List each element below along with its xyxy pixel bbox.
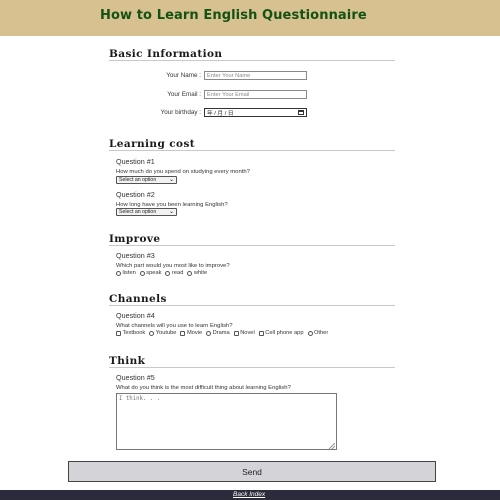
send-button[interactable]: Send xyxy=(68,461,436,482)
birthday-label: Your birthday : xyxy=(160,109,201,116)
option-cell-phone-app[interactable]: Cell phone app xyxy=(258,330,304,336)
question-1-select-value: Select an option xyxy=(119,177,157,183)
question-5-title: Question #5 xyxy=(116,373,155,382)
option-textbook[interactable]: Textbook xyxy=(116,330,145,336)
question-4-title: Question #4 xyxy=(116,311,155,320)
question-1-text: How much do you spend on studying every … xyxy=(116,169,250,175)
question-2-select-value: Select an option xyxy=(119,209,157,215)
chevron-down-icon: ⌄ xyxy=(168,209,174,215)
section-title-learning-cost: Learning cost xyxy=(109,138,196,150)
question-3-title: Question #3 xyxy=(116,251,155,260)
option-listen[interactable]: listen xyxy=(116,270,136,276)
option-white[interactable]: white xyxy=(187,270,207,276)
question-3-text: Which part would you most like to improv… xyxy=(116,263,230,269)
question-4-text: What channels will you use to learn Engl… xyxy=(116,323,233,329)
section-divider xyxy=(109,305,395,306)
section-divider xyxy=(109,60,395,61)
checkbox[interactable] xyxy=(116,330,121,336)
option-youtube[interactable]: Youtube xyxy=(149,330,176,336)
checkbox[interactable] xyxy=(233,330,239,336)
checkbox[interactable] xyxy=(258,330,264,336)
name-label: Your Name : xyxy=(166,72,201,79)
section-divider xyxy=(109,245,395,246)
birthday-input[interactable]: 年 / 月 / 日 xyxy=(204,108,307,117)
option-drama[interactable]: Drama xyxy=(206,330,230,336)
email-label: Your Email : xyxy=(167,91,201,98)
option-novel[interactable]: Novel xyxy=(233,330,255,336)
option-movie[interactable]: Movie xyxy=(180,330,202,336)
radio-button[interactable] xyxy=(307,330,313,336)
page-title: How to Learn English Questionnaire xyxy=(100,8,367,23)
section-divider xyxy=(109,150,395,151)
footer: Back Index xyxy=(0,490,500,500)
option-read[interactable]: read xyxy=(165,270,183,276)
section-divider xyxy=(109,367,395,368)
chevron-down-icon: ⌄ xyxy=(168,177,174,183)
calendar-icon[interactable] xyxy=(298,110,304,115)
page-header: How to Learn English Questionnaire xyxy=(0,0,500,36)
question-3-options: listen speak read white xyxy=(116,270,211,276)
option-other[interactable]: Other xyxy=(307,330,328,336)
radio-button[interactable] xyxy=(165,270,171,276)
radio-button[interactable] xyxy=(139,270,145,276)
section-title-basic-information: Basic Information xyxy=(109,48,223,60)
question-5-textarea[interactable] xyxy=(116,393,337,450)
question-2-select[interactable]: Select an option ⌄ xyxy=(116,208,177,216)
question-2-title: Question #2 xyxy=(116,190,155,199)
question-4-options: Textbook Youtube Movie Drama Novel Cell … xyxy=(116,330,332,336)
question-1-select[interactable]: Select an option ⌄ xyxy=(116,176,177,184)
resize-handle-icon[interactable] xyxy=(329,443,335,449)
email-input[interactable] xyxy=(204,90,307,99)
section-title-improve: Improve xyxy=(109,233,161,245)
question-1-title: Question #1 xyxy=(116,157,155,166)
radio-button[interactable] xyxy=(116,270,121,276)
name-input[interactable] xyxy=(204,71,307,80)
radio-button[interactable] xyxy=(149,330,155,336)
radio-button[interactable] xyxy=(187,270,193,276)
option-speak[interactable]: speak xyxy=(139,270,161,276)
birthday-value: 年 / 月 / 日 xyxy=(207,111,234,117)
checkbox[interactable] xyxy=(180,330,186,336)
radio-button[interactable] xyxy=(206,330,212,336)
section-title-channels: Channels xyxy=(109,293,167,305)
section-title-think: Think xyxy=(109,355,146,367)
back-index-link[interactable]: Back Index xyxy=(233,491,265,498)
question-5-text: What do you think is the most difficult … xyxy=(116,385,291,391)
